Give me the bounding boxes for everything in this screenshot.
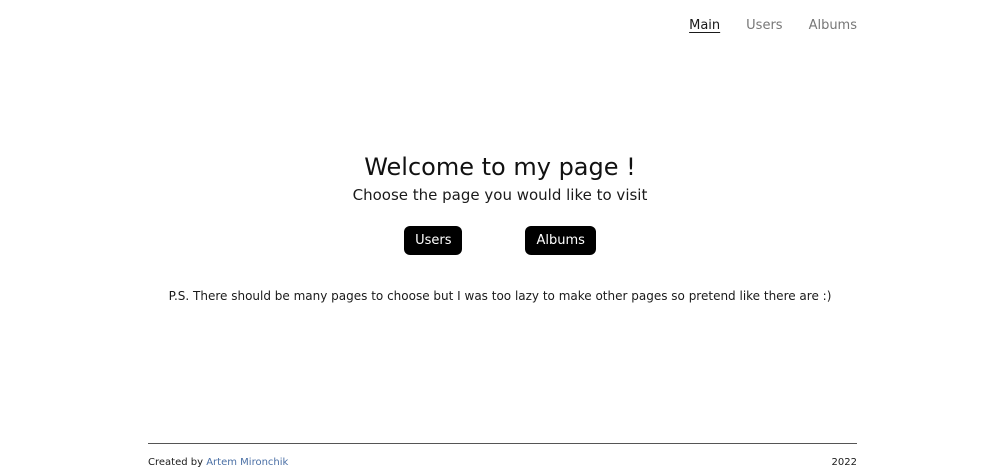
albums-button[interactable]: Albums	[525, 226, 596, 255]
page-title: Welcome to my page !	[364, 153, 636, 181]
author-link[interactable]: Artem Mironchik	[206, 457, 288, 468]
footer-credit: Created by Artem Mironchik	[148, 457, 288, 468]
footer-divider	[148, 443, 857, 444]
top-nav: Main Users Albums	[689, 17, 857, 35]
page-subtitle: Choose the page you would like to visit	[352, 186, 648, 204]
nav-item-albums[interactable]: Albums	[809, 17, 857, 35]
ps-note: P.S. There should be many pages to choos…	[168, 289, 832, 303]
nav-item-main[interactable]: Main	[689, 17, 720, 35]
footer-year: 2022	[831, 457, 857, 468]
page: Main Users Albums Welcome to my page ! C…	[0, 0, 1000, 475]
page-buttons: Users Albums	[0, 226, 1000, 255]
users-button[interactable]: Users	[404, 226, 463, 255]
nav-item-users[interactable]: Users	[746, 17, 782, 35]
hero-section: Welcome to my page ! Choose the page you…	[0, 150, 1000, 206]
footer: Created by Artem Mironchik 2022	[148, 457, 857, 468]
footer-created-by: Created by	[148, 457, 204, 468]
